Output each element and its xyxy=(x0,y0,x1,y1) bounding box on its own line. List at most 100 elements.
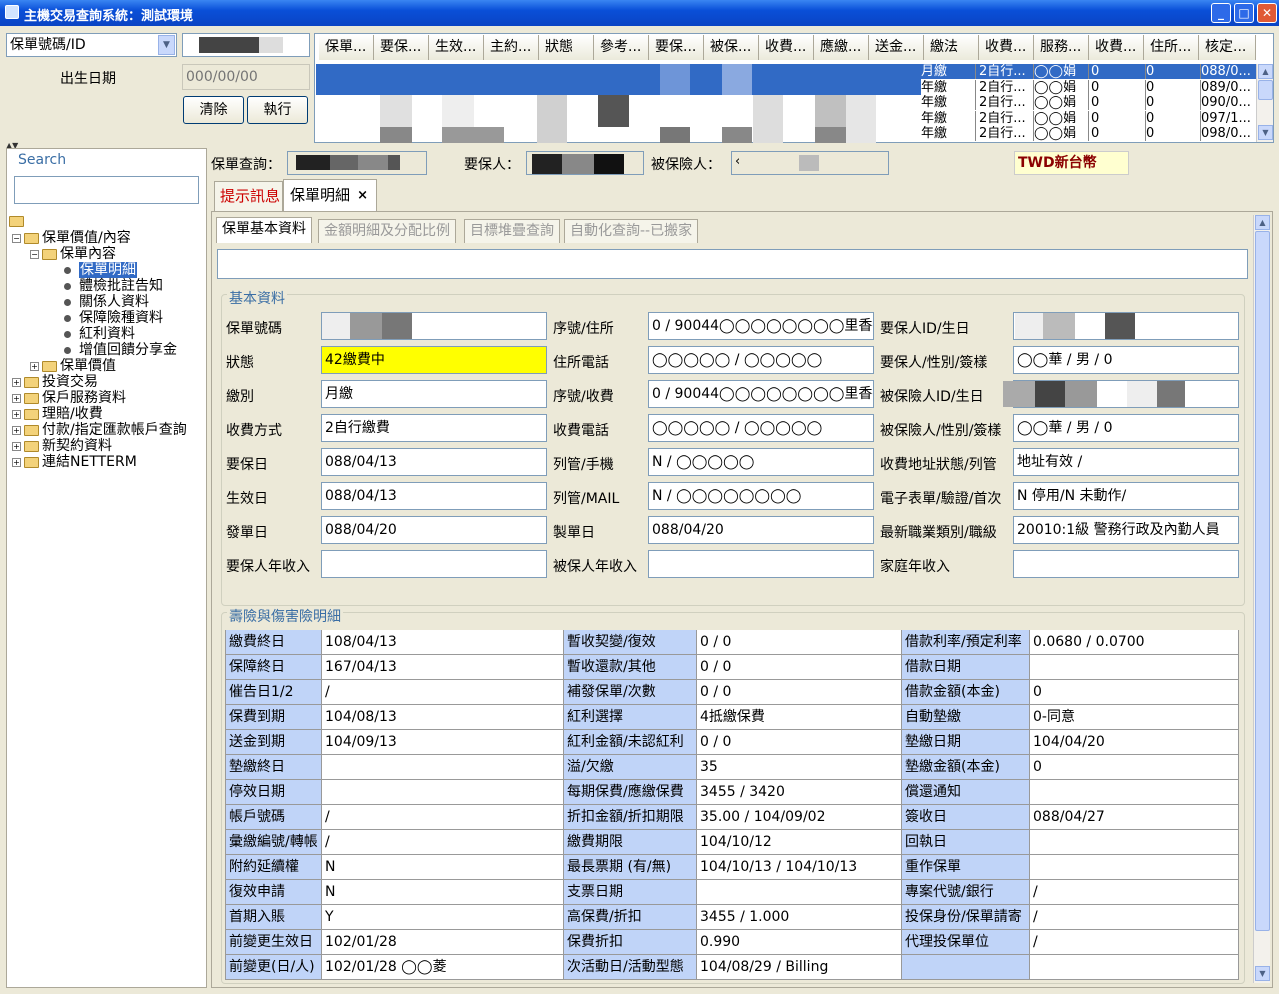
detail-value[interactable] xyxy=(1030,655,1239,680)
basic-field[interactable]: 088/04/13 xyxy=(321,482,547,510)
tree-item-policy-worth[interactable]: + 保單價值 xyxy=(30,358,116,374)
tree-item-netterm[interactable]: + 連結NETTERM xyxy=(12,454,137,470)
basic-field[interactable]: ◯◯◯◯◯ / ◯◯◯◯◯ xyxy=(648,414,874,442)
expand-icon[interactable]: + xyxy=(12,377,21,387)
content-scrollbar[interactable]: ▲ ▼ xyxy=(1253,215,1270,983)
detail-value[interactable] xyxy=(697,880,902,905)
detail-value[interactable]: 0 xyxy=(1030,755,1239,780)
scroll-down-icon[interactable]: ▼ xyxy=(1258,125,1273,140)
expand-icon[interactable]: + xyxy=(30,361,39,371)
tab-policy-detail[interactable]: 保單明細 × xyxy=(283,179,377,212)
detail-value[interactable]: 0 / 0 xyxy=(697,630,902,655)
scroll-up-icon[interactable]: ▲ xyxy=(1258,64,1273,79)
basic-field[interactable] xyxy=(648,550,874,578)
basic-field[interactable]: N / ◯◯◯◯◯◯◯◯ xyxy=(648,482,874,510)
tree-item-dividend[interactable]: 紅利資料 xyxy=(60,326,135,342)
basic-field[interactable]: N / ◯◯◯◯◯ xyxy=(648,448,874,476)
tree-item-customer-service[interactable]: + 保戶服務資料 xyxy=(12,390,126,406)
detail-value[interactable]: / xyxy=(322,805,564,830)
clear-button[interactable]: 清除 xyxy=(183,96,244,124)
grid-column-header[interactable]: 服務... xyxy=(1034,35,1089,60)
detail-value[interactable]: 108/04/13 xyxy=(322,630,564,655)
grid-row[interactable]: 年繳 2自行... ◯◯娟 0 0 097/1... xyxy=(921,110,1256,126)
basic-field[interactable] xyxy=(321,550,547,578)
detail-value[interactable]: 0.0680 / 0.0700 xyxy=(1030,630,1239,655)
basic-field[interactable]: ◯◯華 / 男 / 0 xyxy=(1013,414,1239,442)
detail-value[interactable]: 0 / 0 xyxy=(697,730,902,755)
selected-row-redacted[interactable] xyxy=(316,64,921,95)
tree-item-new-contract[interactable]: + 新契約資料 xyxy=(12,438,112,454)
tab-notice[interactable]: 提示訊息 xyxy=(214,181,283,211)
subtab-amount-detail[interactable]: 金額明細及分配比例 xyxy=(318,219,456,243)
tree-item-coverage[interactable]: 保障險種資料 xyxy=(60,310,163,326)
basic-field[interactable]: 42繳費中 xyxy=(321,346,547,374)
detail-value[interactable]: 102/01/28 ◯◯菱 xyxy=(322,955,564,980)
expand-icon[interactable]: + xyxy=(12,441,21,451)
detail-value[interactable]: 0 xyxy=(1030,680,1239,705)
basic-field[interactable]: 2自行繳費 xyxy=(321,414,547,442)
tree-item-policy-content[interactable]: − 保單內容 xyxy=(30,246,116,262)
grid-column-header[interactable]: 主約... xyxy=(484,35,539,60)
tree-item-medical-notice[interactable]: 體檢批註告知 xyxy=(60,278,163,294)
grid-column-header[interactable]: 被保... xyxy=(704,35,759,60)
subtab-automation[interactable]: 自動化查詢--已搬家 xyxy=(564,219,699,243)
grid-row[interactable]: 年繳 2自行... ◯◯娟 0 0 090/0... xyxy=(921,95,1256,110)
grid-column-header[interactable]: 要保... xyxy=(649,35,704,60)
detail-value[interactable]: 167/04/13 xyxy=(322,655,564,680)
tree-item-investment[interactable]: + 投資交易 xyxy=(12,374,98,390)
policy-id-input[interactable] xyxy=(182,33,310,57)
basic-field[interactable]: 088/04/20 xyxy=(321,516,547,544)
basic-field[interactable]: 0 / 90044◯◯◯◯◯◯◯◯里香揚 xyxy=(648,380,874,408)
detail-value[interactable] xyxy=(1030,830,1239,855)
detail-value[interactable]: 104/08/29 / Billing xyxy=(697,955,902,980)
detail-value[interactable]: / xyxy=(322,830,564,855)
detail-value[interactable]: / xyxy=(1030,930,1239,955)
grid-column-header[interactable]: 收費... xyxy=(1089,35,1144,60)
detail-value[interactable]: 0 / 0 xyxy=(697,680,902,705)
basic-field[interactable]: ◯◯◯◯◯ / ◯◯◯◯◯ xyxy=(648,346,874,374)
detail-value[interactable]: 088/04/27 xyxy=(1030,805,1239,830)
detail-value[interactable]: / xyxy=(322,680,564,705)
detail-value[interactable]: 3455 / 1.000 xyxy=(697,905,902,930)
chevron-down-icon[interactable]: ▼ xyxy=(158,35,175,55)
grid-column-header[interactable]: 應繳... xyxy=(814,35,869,60)
grid-column-header[interactable]: 要保... xyxy=(374,35,429,60)
detail-value[interactable]: 104/10/12 xyxy=(697,830,902,855)
subtab-target-stack[interactable]: 目標堆疊查詢 xyxy=(464,219,560,243)
expand-icon[interactable]: + xyxy=(12,457,21,467)
tree-item-value-added[interactable]: 增值回饋分享金 xyxy=(60,342,177,358)
grid-column-header[interactable]: 狀態 xyxy=(539,35,594,60)
expand-icon[interactable]: + xyxy=(12,425,21,435)
detail-value[interactable] xyxy=(1030,855,1239,880)
scroll-thumb[interactable] xyxy=(1258,80,1273,100)
detail-value[interactable]: 3455 / 3420 xyxy=(697,780,902,805)
basic-field[interactable]: 088/04/13 xyxy=(321,448,547,476)
collapse-icon[interactable]: − xyxy=(30,249,39,259)
close-tab-icon[interactable]: × xyxy=(357,180,368,211)
close-button[interactable]: ✕ xyxy=(1257,3,1277,23)
tree-item-policy-detail[interactable]: 保單明細 xyxy=(60,262,137,278)
detail-value[interactable]: / xyxy=(1030,880,1239,905)
detail-value[interactable]: 35.00 / 104/09/02 xyxy=(697,805,902,830)
basic-field[interactable]: 0 / 90044◯◯◯◯◯◯◯◯里香揚 xyxy=(648,312,874,340)
execute-button[interactable]: 執行 xyxy=(247,96,308,124)
basic-field[interactable]: ◯◯華 / 男 / 0 xyxy=(1013,346,1239,374)
detail-value[interactable]: 104/04/20 xyxy=(1030,730,1239,755)
detail-value[interactable]: / xyxy=(1030,905,1239,930)
scroll-down-icon[interactable]: ▼ xyxy=(1255,966,1270,981)
detail-value[interactable]: 35 xyxy=(697,755,902,780)
grid-column-header[interactable]: 收費... xyxy=(979,35,1034,60)
grid-row[interactable]: 月繳 2自行... ◯◯娟 0 0 088/0... xyxy=(921,64,1256,79)
detail-value[interactable]: N xyxy=(322,855,564,880)
grid-row[interactable]: 年繳 2自行... ◯◯娟 0 0 098/0... xyxy=(921,126,1256,141)
basic-field[interactable]: 088/04/20 xyxy=(648,516,874,544)
basic-field[interactable]: N 停用/N 未動作/ xyxy=(1013,482,1239,510)
maximize-button[interactable]: □ xyxy=(1234,3,1254,23)
detail-value[interactable]: 104/10/13 / 104/10/13 xyxy=(697,855,902,880)
tree-item-related-parties[interactable]: 關係人資料 xyxy=(60,294,149,310)
grid-column-header[interactable]: 核定... xyxy=(1199,35,1256,60)
collapse-icon[interactable]: − xyxy=(12,233,21,243)
detail-value[interactable]: 0.990 xyxy=(697,930,902,955)
tree-item-payment[interactable]: + 付款/指定匯款帳戶查詢 xyxy=(12,422,187,438)
grid-row[interactable]: 年繳 2自行... ◯◯娟 0 0 089/0... xyxy=(921,79,1256,95)
